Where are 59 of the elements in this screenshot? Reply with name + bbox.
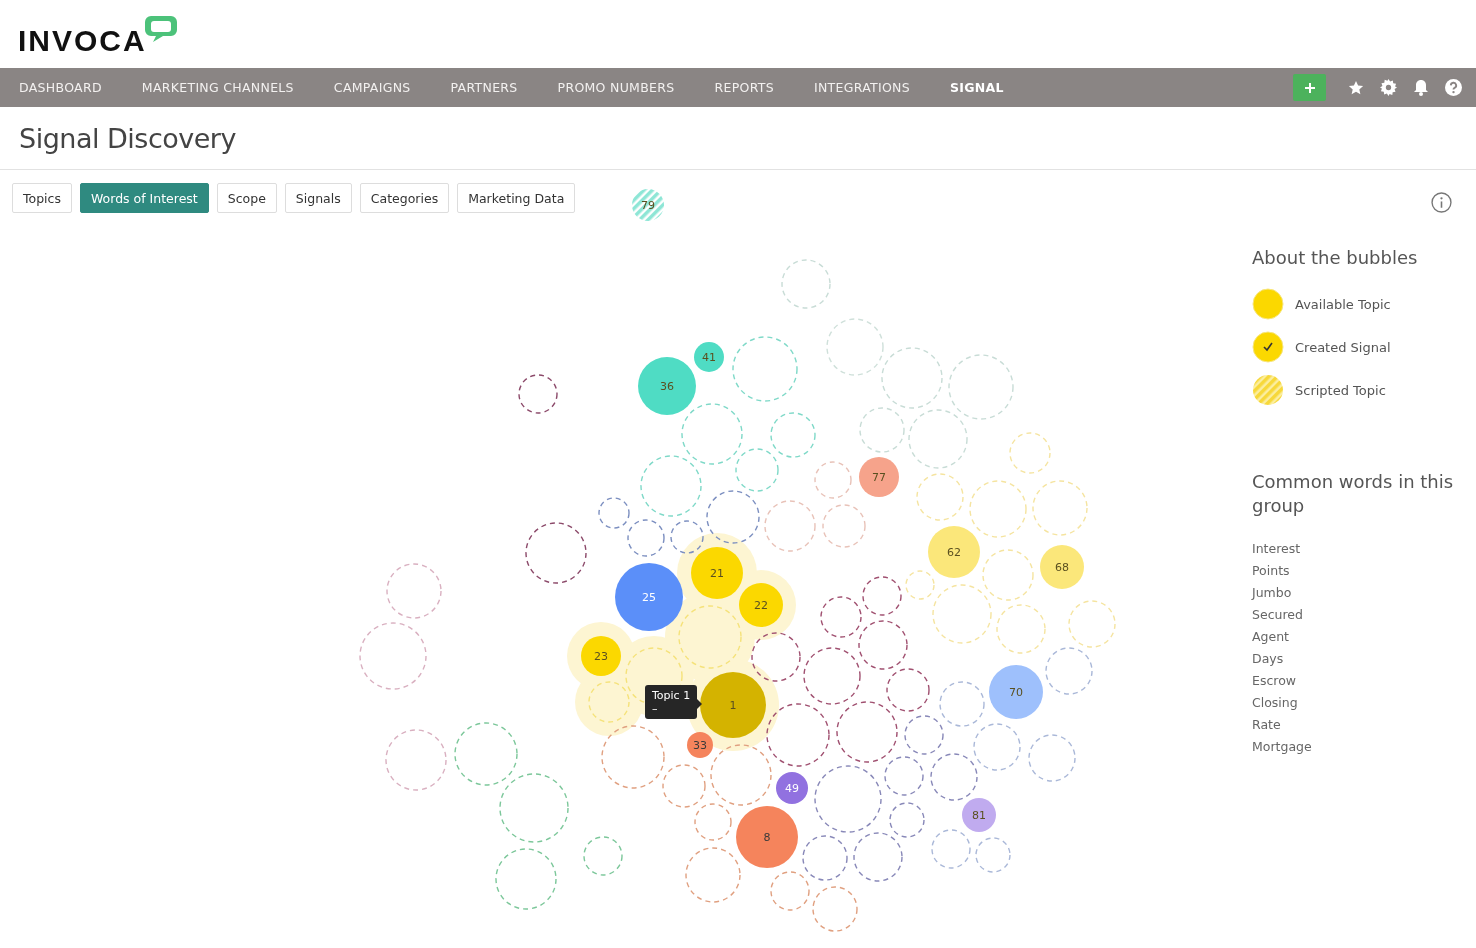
- common-word: Points: [1252, 562, 1291, 580]
- add-button[interactable]: [1293, 74, 1326, 101]
- common-word: Mortgage: [1252, 738, 1313, 756]
- tooltip-title: Topic 1: [652, 689, 690, 702]
- notification-bell-icon[interactable]: [1413, 79, 1429, 96]
- common-word: Interest: [1252, 540, 1302, 558]
- plus-icon: [1303, 81, 1316, 94]
- tab[interactable]: Topics: [12, 183, 72, 213]
- striped-bubble-icon: [1252, 374, 1284, 406]
- logo-text: INVOCA: [18, 26, 147, 56]
- topic-bubble[interactable]: 49: [776, 772, 808, 804]
- tab[interactable]: Scope: [216, 183, 277, 213]
- common-word: Agent: [1252, 628, 1290, 646]
- topic-bubble[interactable]: 36: [638, 357, 696, 415]
- common-word: Rate: [1252, 716, 1282, 734]
- nav-link[interactable]: CAMPAIGNS: [333, 80, 411, 95]
- tab[interactable]: Words of Interest: [79, 183, 209, 213]
- common-word: Closing: [1252, 694, 1299, 712]
- checked-bubble-icon: [1252, 331, 1284, 363]
- topic-bubble[interactable]: 22: [739, 583, 783, 627]
- info-icon[interactable]: [1431, 191, 1452, 213]
- topic-bubble[interactable]: 79: [632, 189, 664, 221]
- nav-link[interactable]: PROMO NUMBERS: [557, 80, 675, 95]
- legend-label: Created Signal: [1295, 339, 1391, 355]
- legend-label: Available Topic: [1295, 296, 1391, 312]
- topic-bubble[interactable]: 21: [691, 547, 743, 599]
- topic-bubble[interactable]: 23: [581, 636, 621, 676]
- nav-link[interactable]: PARTNERS: [450, 80, 518, 95]
- tab[interactable]: Marketing Data: [457, 183, 576, 213]
- topic-bubble[interactable]: 77: [859, 457, 899, 497]
- nav-link[interactable]: DASHBOARD: [19, 80, 102, 95]
- nav-link[interactable]: REPORTS: [714, 80, 774, 95]
- star-icon[interactable]: [1348, 79, 1364, 96]
- topic-bubble[interactable]: 68: [1040, 545, 1084, 589]
- common-words-title: Common words in this group: [1252, 470, 1455, 518]
- topic-bubble[interactable]: 8: [736, 806, 798, 868]
- common-word: Jumbo: [1252, 584, 1293, 602]
- nav-link[interactable]: SIGNAL: [949, 80, 1004, 95]
- nav-link[interactable]: MARKETING CHANNELS: [141, 80, 294, 95]
- legend-label: Scripted Topic: [1295, 382, 1386, 398]
- legend-title: About the bubbles: [1252, 246, 1419, 270]
- topic-bubble[interactable]: 1: [700, 672, 766, 738]
- common-word: Escrow: [1252, 672, 1298, 690]
- topic-bubble[interactable]: 62: [928, 526, 980, 578]
- topic-bubble[interactable]: 25: [615, 563, 683, 631]
- settings-icon[interactable]: [1380, 79, 1397, 96]
- available-topic-swatch-icon: [1252, 288, 1284, 320]
- help-icon[interactable]: [1445, 79, 1462, 96]
- nav-link[interactable]: INTEGRATIONS: [813, 80, 910, 95]
- tab[interactable]: Signals: [284, 183, 352, 213]
- topic-bubble[interactable]: 33: [687, 732, 713, 758]
- topic-bubble[interactable]: 41: [694, 342, 724, 372]
- tooltip-text: –: [652, 702, 659, 715]
- topic-bubble[interactable]: 70: [989, 665, 1043, 719]
- topic-bubble[interactable]: 81: [962, 798, 996, 832]
- common-word: Secured: [1252, 606, 1304, 624]
- common-word: Days: [1252, 650, 1285, 668]
- tab[interactable]: Categories: [359, 183, 450, 213]
- page-title: Signal Discovery: [19, 122, 236, 154]
